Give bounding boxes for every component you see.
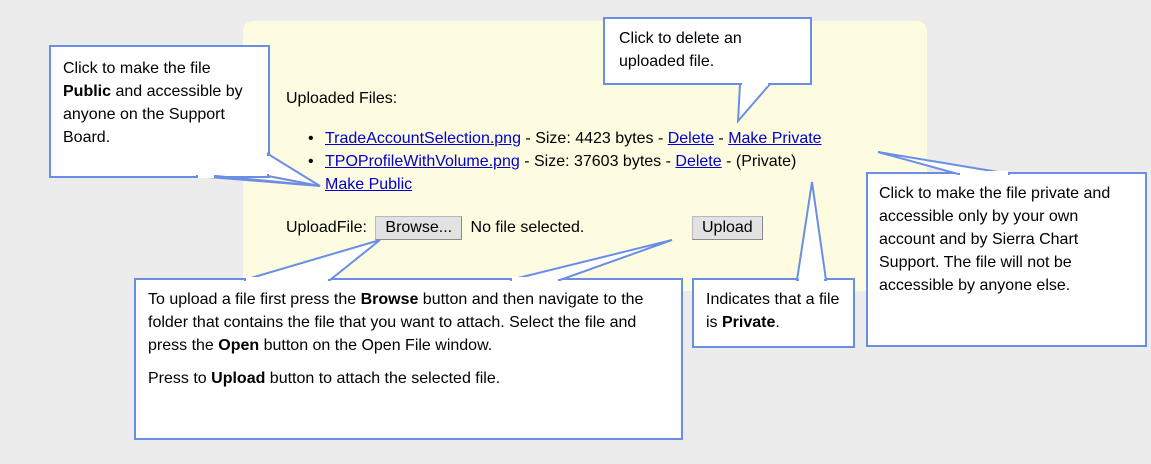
callout-bold: Open [218,337,260,354]
callout-bold: Private [722,314,776,331]
make-public-link[interactable]: Make Public [325,173,908,196]
separator: - [721,153,736,170]
list-item: TradeAccountSelection.png - Size: 4423 b… [308,127,908,150]
uploaded-files-list: TradeAccountSelection.png - Size: 4423 b… [308,127,908,196]
upload-file-label: UploadFile: [286,219,367,237]
callout-text: To upload a file first press the [148,291,361,308]
uploaded-files-title: Uploaded Files: [286,90,398,107]
callout-text: Press to [148,370,212,387]
callout-bold: Upload [211,370,266,387]
private-status: (Private) [735,153,797,170]
list-item: TPOProfileWithVolume.png - Size: 37603 b… [308,150,908,196]
separator: - [713,130,729,147]
file-link[interactable]: TradeAccountSelection.png [325,130,521,147]
upload-help-callout: To upload a file first press the Browse … [134,278,683,440]
browse-button[interactable]: Browse... [375,216,463,240]
file-link[interactable]: TPOProfileWithVolume.png [325,153,520,170]
callout-text: button to attach the selected file. [265,370,501,387]
upload-row: UploadFile: Browse... No file selected. [286,216,584,240]
delete-callout: Click to delete an uploaded file. [603,17,812,85]
delete-link[interactable]: Delete [668,130,714,147]
callout-bold: Public [63,83,112,100]
upload-button[interactable]: Upload [692,216,763,240]
callout-text: . [775,314,780,331]
callout-text: Click to delete an uploaded file. [619,30,742,70]
callout-text: Click to make the file [63,60,211,77]
callout-text: Click to make the file private and acces… [879,185,1111,294]
callout-text: button on the Open File window. [259,337,493,354]
delete-link[interactable]: Delete [675,153,721,170]
make-private-callout: Click to make the file private and acces… [866,172,1147,347]
no-file-selected-text: No file selected. [470,219,585,237]
file-size: - Size: 37603 bytes - [519,153,676,170]
make-public-callout: Click to make the file Public and accessi… [49,45,270,178]
file-size: - Size: 4423 bytes - [520,130,668,147]
make-private-link[interactable]: Make Private [728,130,821,147]
private-indicator-callout: Indicates that a file is Private. [692,278,855,348]
callout-bold: Browse [360,291,419,308]
